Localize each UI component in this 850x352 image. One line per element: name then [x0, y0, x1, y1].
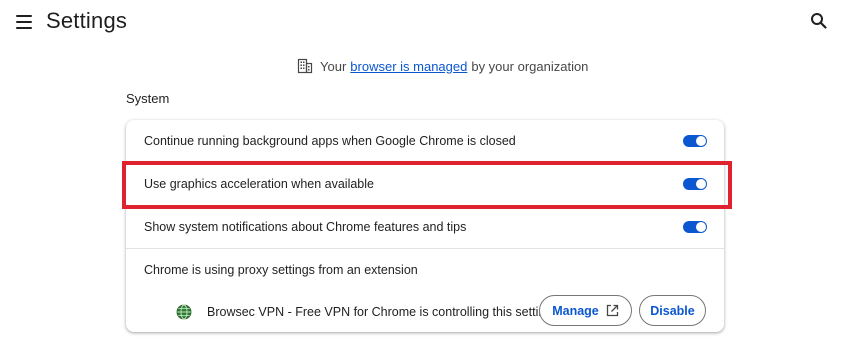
setting-row-background-apps: Continue running background apps when Go…: [126, 120, 724, 162]
managed-suffix: by your organization: [471, 58, 589, 74]
globe-icon: [176, 304, 192, 320]
setting-label: Show system notifications about Chrome f…: [144, 220, 467, 234]
setting-row-graphics-acceleration: Use graphics acceleration when available: [126, 163, 724, 205]
disable-label: Disable: [650, 303, 695, 318]
managed-notice: Your browser is managed by your organiza…: [297, 57, 588, 75]
building-icon: [297, 58, 313, 74]
manage-button[interactable]: Manage: [539, 295, 632, 326]
disable-button[interactable]: Disable: [639, 295, 706, 326]
top-bar: Settings: [0, 0, 850, 46]
hamburger-menu-icon[interactable]: [14, 12, 34, 32]
proxy-label: Chrome is using proxy settings from an e…: [144, 263, 418, 277]
search-icon[interactable]: [808, 10, 830, 32]
toggle-background-apps[interactable]: [683, 135, 707, 147]
extension-control-text: Browsec VPN - Free VPN for Chrome is con…: [207, 305, 553, 319]
section-title-system: System: [126, 91, 170, 106]
manage-label: Manage: [552, 303, 599, 318]
system-settings-card: Continue running background apps when Go…: [126, 120, 724, 332]
setting-label: Use graphics acceleration when available: [144, 177, 374, 191]
setting-label: Continue running background apps when Go…: [144, 134, 516, 148]
toggle-system-notifications[interactable]: [683, 221, 707, 233]
browser-managed-link[interactable]: browser is managed: [350, 59, 467, 74]
page-title: Settings: [46, 8, 128, 33]
setting-row-system-notifications: Show system notifications about Chrome f…: [126, 206, 724, 248]
open-in-new-icon: [606, 304, 618, 317]
divider: [126, 248, 724, 249]
managed-prefix: Your: [320, 58, 347, 74]
toggle-graphics-acceleration[interactable]: [683, 178, 707, 190]
